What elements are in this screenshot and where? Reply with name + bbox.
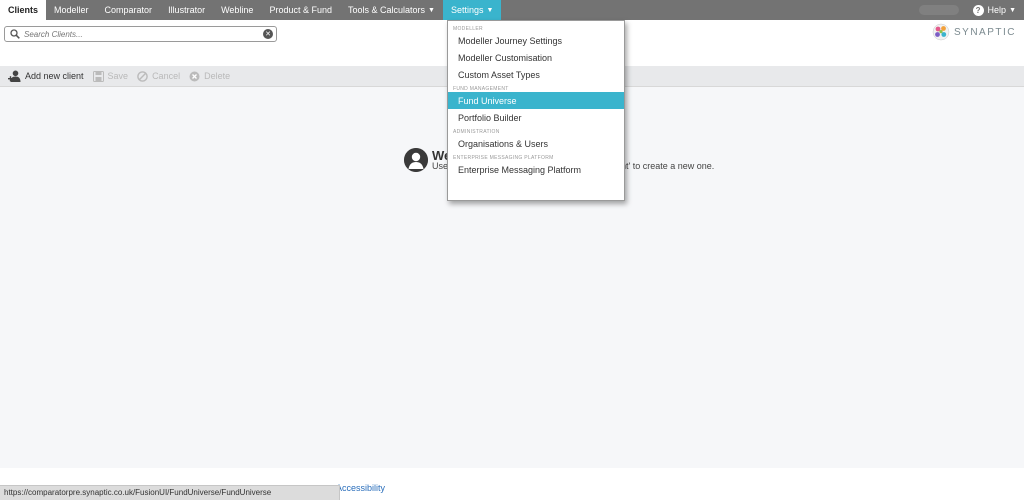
welcome-text-start: Use [432, 161, 449, 171]
search-input[interactable] [24, 29, 263, 39]
save-label: Save [107, 71, 129, 81]
brand-name: SYNAPTIC [953, 26, 1016, 38]
settings-dropdown-menu: MODELLER Modeller Journey Settings Model… [447, 20, 625, 201]
add-new-client-label: Add new client [25, 71, 84, 81]
menu-item-organisations-users[interactable]: Organisations & Users [448, 135, 624, 152]
tab-label: Illustrator [168, 5, 206, 15]
delete-button[interactable]: Delete [189, 71, 230, 82]
caret-down-icon: ▼ [486, 6, 494, 14]
add-user-icon [8, 70, 21, 82]
clear-search-icon[interactable]: ✕ [263, 29, 273, 39]
menu-item-modeller-customisation[interactable]: Modeller Customisation [448, 49, 624, 66]
help-label: Help [987, 5, 1007, 15]
cancel-label: Cancel [152, 71, 181, 81]
tab-label: Product & Fund [269, 5, 332, 15]
top-nav: Clients Modeller Comparator Illustrator … [0, 0, 1024, 20]
accessibility-link[interactable]: Accessibility [336, 483, 385, 493]
tab-settings[interactable]: Settings ▼ [442, 0, 502, 20]
tab-label: Tools & Calculators [347, 5, 426, 15]
help-menu[interactable]: ? Help ▼ [969, 0, 1024, 20]
search-box: ✕ [4, 26, 277, 42]
menu-section-fund-management: FUND MANAGEMENT [453, 86, 509, 92]
help-icon: ? [972, 4, 984, 16]
tab-label: Modeller [54, 5, 89, 15]
tab-clients[interactable]: Clients [0, 0, 47, 20]
cancel-icon [137, 70, 148, 82]
search-icon [10, 29, 20, 39]
menu-section-modeller: MODELLER [453, 26, 483, 32]
synaptic-logo: SYNAPTIC [932, 23, 1016, 41]
tab-comparator[interactable]: Comparator [97, 0, 161, 20]
save-button[interactable]: Save [92, 70, 129, 82]
tab-label: Settings [450, 5, 484, 15]
tab-label: Comparator [104, 5, 153, 15]
tab-label: Clients [8, 5, 39, 15]
delete-label: Delete [204, 71, 231, 81]
menu-section-administration: ADMINISTRATION [453, 129, 500, 135]
save-icon [92, 70, 104, 82]
tab-modeller[interactable]: Modeller [46, 0, 97, 20]
menu-item-custom-asset-types[interactable]: Custom Asset Types [448, 66, 624, 83]
tab-webline[interactable]: Webline [213, 0, 261, 20]
tab-product-fund[interactable]: Product & Fund [261, 0, 340, 20]
add-new-client-button[interactable]: Add new client [8, 70, 84, 82]
brain-logo-icon [932, 23, 950, 41]
tab-illustrator[interactable]: Illustrator [160, 0, 213, 20]
browser-status-url: https://comparatorpre.synaptic.co.uk/Fus… [0, 485, 340, 500]
delete-icon [189, 71, 200, 82]
welcome-text-end: ent' to create a new one. [616, 161, 715, 171]
menu-item-fund-universe[interactable]: Fund Universe [448, 92, 624, 109]
tab-tools-calculators[interactable]: Tools & Calculators ▼ [340, 0, 443, 20]
welcome-message: We Use ent' to create a new one. [404, 148, 714, 172]
user-avatar-icon [404, 148, 428, 172]
tab-label: Webline [221, 5, 254, 15]
user-name-blurred[interactable] [918, 5, 959, 15]
caret-down-icon: ▼ [428, 6, 435, 14]
cancel-button[interactable]: Cancel [137, 70, 181, 82]
menu-item-portfolio-builder[interactable]: Portfolio Builder [448, 109, 624, 126]
caret-down-icon: ▼ [1009, 6, 1016, 14]
menu-item-enterprise-messaging-platform[interactable]: Enterprise Messaging Platform [448, 161, 624, 178]
menu-item-modeller-journey-settings[interactable]: Modeller Journey Settings [448, 32, 624, 49]
menu-section-enterprise-messaging: ENTERPRISE MESSAGING PLATFORM [453, 155, 554, 161]
